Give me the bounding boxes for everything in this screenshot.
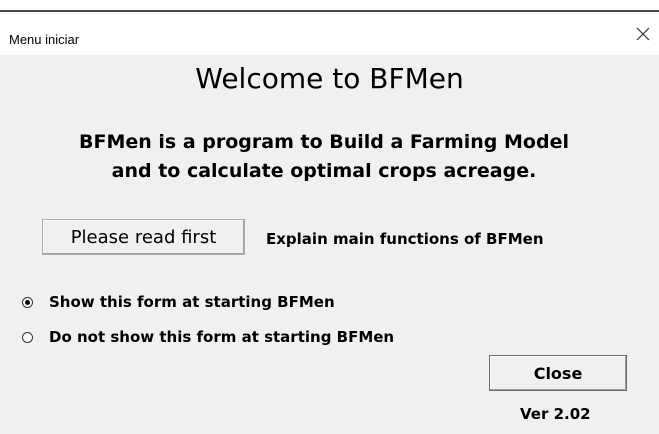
window-title: Menu iniciar	[9, 32, 80, 47]
program-description: BFMen is a program to Build a Farming Mo…	[24, 128, 624, 186]
radio-show-form-indicator[interactable]	[22, 296, 33, 308]
welcome-heading: Welcome to BFMen	[195, 62, 464, 95]
title-bar[interactable]: Menu iniciar	[0, 12, 659, 55]
version-label: Ver 2.02	[520, 405, 591, 423]
start-menu-window: Menu iniciar Welcome to BFMen BFMen is a…	[0, 0, 659, 434]
read-button-note: Explain main functions of BFMen	[266, 230, 544, 248]
radio-hide-form[interactable]: Do not show this form at starting BFMen	[22, 326, 394, 348]
close-button[interactable]: Close	[489, 355, 627, 391]
radio-hide-form-label[interactable]: Do not show this form at starting BFMen	[49, 328, 394, 346]
please-read-first-button[interactable]: Please read first	[42, 219, 245, 255]
close-icon[interactable]	[633, 24, 653, 44]
description-line-1: BFMen is a program to Build a Farming Mo…	[78, 131, 569, 153]
description-line-2: and to calculate optimal crops acreage.	[111, 160, 537, 182]
radio-show-form-label[interactable]: Show this form at starting BFMen	[49, 293, 335, 311]
window-top-border	[0, 0, 659, 12]
radio-show-form[interactable]: Show this form at starting BFMen	[22, 291, 335, 313]
radio-hide-form-indicator[interactable]	[22, 331, 33, 343]
